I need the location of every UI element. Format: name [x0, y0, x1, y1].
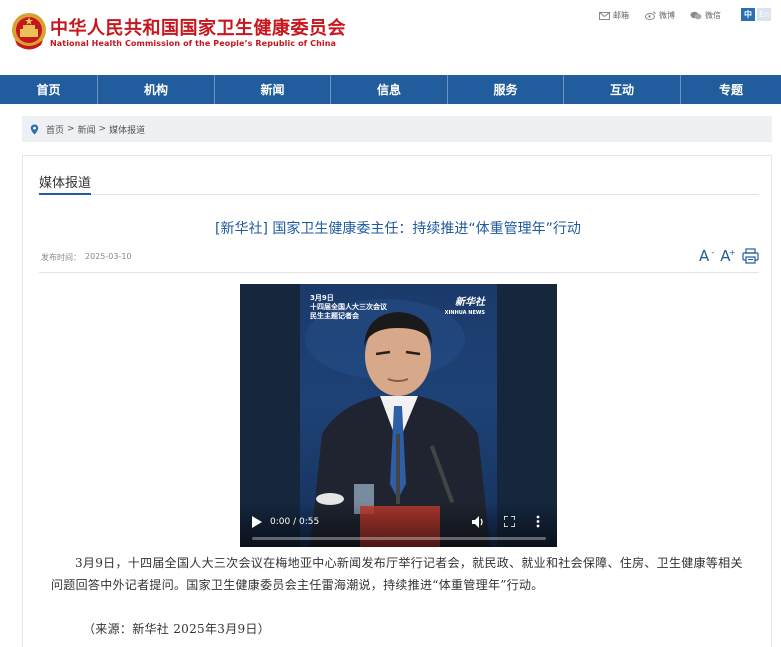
section-title-underline	[39, 193, 91, 195]
fullscreen-icon[interactable]	[504, 516, 515, 527]
lang-chinese-button[interactable]: 中	[741, 8, 755, 21]
article-body: 3月9日，十四届全国人大三次会议在梅地亚中心新闻发布厅举行记者会，就民政、就业和…	[51, 556, 743, 592]
font-decrease-label: A	[699, 247, 710, 265]
breadcrumb-separator: >	[67, 124, 75, 134]
print-icon[interactable]	[741, 248, 759, 264]
video-caption-line: 3月9日	[310, 294, 334, 302]
weibo-link[interactable]: 微博	[645, 10, 675, 21]
weibo-icon	[645, 11, 656, 20]
play-icon[interactable]	[252, 516, 262, 528]
publish-date: 2025-03-10	[85, 252, 132, 261]
more-options-icon[interactable]	[536, 515, 540, 528]
volume-icon[interactable]	[472, 516, 485, 528]
section-title: 媒体报道	[39, 176, 92, 191]
article-title: [新华社] 国家卫生健康委主任：持续推进“体重管理年”行动	[215, 221, 581, 237]
video-player[interactable]: 3月9日 十四届全国人大三次会议 民生主题记者会 新华社 XINHUA NEWS…	[240, 284, 557, 547]
meta-divider	[39, 272, 759, 273]
breadcrumb: 首页 > 新闻 > 媒体报道	[22, 116, 772, 142]
breadcrumb-news[interactable]: 新闻	[78, 123, 96, 136]
nav-item-topics[interactable]: 专题	[681, 75, 781, 104]
breadcrumb-separator: >	[98, 124, 107, 134]
article-source: （来源：新华社 2025年3月9日）	[83, 622, 271, 636]
font-decrease-button[interactable]: A-	[699, 247, 714, 265]
mail-label: 邮箱	[613, 11, 629, 20]
site-title[interactable]: 中华人民共和国国家卫生健康委员会	[50, 14, 346, 40]
national-emblem-icon[interactable]	[11, 12, 47, 52]
lang-english-button[interactable]: En	[757, 8, 771, 21]
font-increase-button[interactable]: A +	[720, 248, 735, 264]
nav-item-services[interactable]: 服务	[448, 75, 564, 104]
wechat-link[interactable]: 微信	[690, 10, 721, 21]
publish-time-label: 发布时间：	[41, 253, 81, 262]
location-pin-icon	[30, 124, 39, 134]
weibo-label: 微博	[659, 11, 675, 20]
nav-item-interaction[interactable]: 互动	[564, 75, 681, 104]
nav-item-home[interactable]: 首页	[0, 75, 98, 104]
article-card: 媒体报道 [新华社] 国家卫生健康委主任：持续推进“体重管理年”行动 发布时间：…	[22, 155, 772, 647]
site-header: 中华人民共和国国家卫生健康委员会 National Health Commiss…	[0, 0, 781, 75]
nav-item-news[interactable]: 新闻	[215, 75, 331, 104]
video-caption: 3月9日 十四届全国人大三次会议 民生主题记者会	[310, 294, 387, 321]
breadcrumb-home[interactable]: 首页	[46, 123, 64, 136]
site-title-english[interactable]: National Health Commission of the People…	[50, 39, 336, 48]
video-caption-line: 十四届全国人大三次会议	[310, 303, 387, 311]
xinhua-logo-text: 新华社	[455, 297, 485, 308]
publish-time: 发布时间： 2025-03-10	[41, 252, 132, 263]
wechat-label: 微信	[705, 11, 721, 20]
breadcrumb-current[interactable]: 媒体报道	[109, 123, 145, 136]
font-controls: A- A +	[699, 248, 759, 264]
xinhua-logo: 新华社 XINHUA NEWS	[445, 298, 485, 318]
video-time: 0:00 / 0:55	[270, 517, 320, 527]
mail-icon	[599, 11, 610, 20]
video-controls: 0:00 / 0:55	[240, 502, 557, 547]
section-divider	[39, 194, 759, 195]
nav-item-institutions[interactable]: 机构	[98, 75, 215, 104]
main-nav: 首页 机构 新闻 信息 服务 互动 专题	[0, 75, 781, 104]
mail-link[interactable]: 邮箱	[599, 10, 629, 21]
wechat-icon	[690, 11, 702, 20]
nav-item-information[interactable]: 信息	[331, 75, 448, 104]
video-caption-line: 民生主题记者会	[310, 312, 359, 320]
video-progress-bar[interactable]	[252, 537, 546, 540]
xinhua-logo-english: XINHUA NEWS	[444, 310, 485, 316]
